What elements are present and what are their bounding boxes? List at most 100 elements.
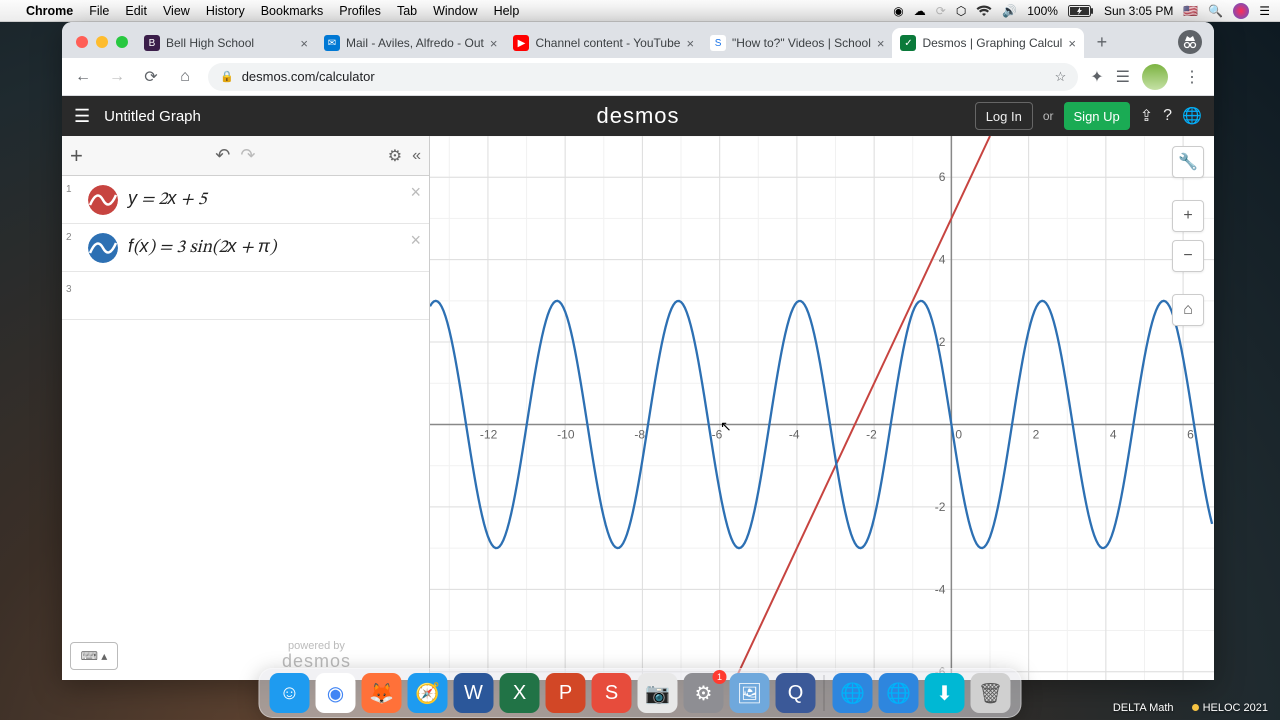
signup-button[interactable]: Sign Up — [1064, 102, 1130, 130]
tab-2[interactable]: ▶ Channel content - YouTube × — [505, 28, 702, 58]
tab-close-icon[interactable]: × — [686, 36, 694, 51]
menu-history[interactable]: History — [206, 4, 245, 18]
svg-text:6: 6 — [1187, 427, 1194, 441]
tab-close-icon[interactable]: × — [1068, 36, 1076, 51]
login-button[interactable]: Log In — [975, 102, 1033, 130]
svg-text:4: 4 — [939, 253, 946, 267]
url-text: desmos.com/calculator — [242, 69, 375, 84]
window-close[interactable] — [76, 36, 88, 48]
tab-3[interactable]: S "How to?" Videos | School × — [702, 28, 892, 58]
undo-button[interactable]: ↶ — [215, 145, 230, 166]
svg-text:4: 4 — [1110, 427, 1117, 441]
menu-help[interactable]: Help — [494, 4, 520, 18]
flag-icon[interactable]: 🇺🇸 — [1183, 4, 1198, 18]
expression-row[interactable]: 2 f(x) = 3 sin(2x + π) × — [62, 224, 429, 272]
sync-icon[interactable]: ⟳ — [936, 4, 946, 18]
help-icon[interactable]: ? — [1163, 107, 1172, 125]
tab-label: Channel content - YouTube — [535, 36, 680, 50]
settings-icon[interactable]: ⚙ — [388, 146, 402, 166]
tab-favicon: ✉ — [324, 35, 340, 51]
zoom-out-button[interactable]: − — [1172, 240, 1204, 272]
tab-favicon: S — [710, 35, 726, 51]
volume-icon[interactable]: 🔊 — [1002, 4, 1017, 18]
window-maximize[interactable] — [116, 36, 128, 48]
window-minimize[interactable] — [96, 36, 108, 48]
bookmark-star-icon[interactable]: ☆ — [1055, 69, 1067, 85]
tab-4[interactable]: ✓ Desmos | Graphing Calcul × — [892, 28, 1083, 58]
control-icon[interactable]: ◉ — [893, 4, 903, 18]
nav-reload[interactable]: ⟳ — [140, 67, 162, 87]
expression-delete-icon[interactable]: × — [410, 182, 421, 203]
sidebar-toolbar: + ↶ ↷ ⚙ « — [62, 136, 429, 176]
tab-0[interactable]: B Bell High School × — [136, 28, 316, 58]
menu-file[interactable]: File — [89, 4, 109, 18]
tab-close-icon[interactable]: × — [490, 36, 498, 51]
siri-icon[interactable] — [1233, 3, 1249, 19]
nav-home[interactable]: ⌂ — [174, 68, 196, 86]
reading-list-icon[interactable]: ☰ — [1116, 67, 1130, 87]
updates-icon[interactable]: ⬡ — [956, 4, 966, 18]
graph-canvas[interactable]: -12-10-8-6-4-20246-6-4-2246 🔧 + − ⌂ ↖ — [430, 136, 1214, 680]
tab-favicon: ✓ — [900, 35, 916, 51]
tab-strip: B Bell High School ×✉ Mail - Aviles, Alf… — [62, 22, 1214, 58]
chrome-menu[interactable]: ⋮ — [1180, 67, 1204, 87]
svg-text:2: 2 — [1033, 427, 1040, 441]
expression-empty[interactable]: 3 — [62, 272, 429, 320]
window-controls — [72, 36, 136, 58]
cloud-icon[interactable]: ☁ — [914, 4, 926, 18]
svg-text:-4: -4 — [789, 427, 800, 441]
mac-menubar: Chrome File Edit View History Bookmarks … — [0, 0, 1280, 22]
menu-bookmarks[interactable]: Bookmarks — [261, 4, 324, 18]
expression-color-swatch[interactable] — [88, 233, 118, 263]
menubar-clock[interactable]: Sun 3:05 PM — [1104, 4, 1173, 18]
add-expression-button[interactable]: + — [70, 143, 83, 169]
graph-tools: 🔧 + − ⌂ — [1172, 146, 1204, 326]
tab-label: Desmos | Graphing Calcul — [922, 36, 1062, 50]
extensions-icon[interactable]: ✦ — [1090, 67, 1103, 87]
new-tab-button[interactable]: + — [1088, 28, 1116, 56]
battery-icon[interactable] — [1068, 5, 1094, 17]
chrome-window: B Bell High School ×✉ Mail - Aviles, Alf… — [62, 22, 1214, 680]
zoom-home-button[interactable]: ⌂ — [1172, 294, 1204, 326]
wifi-icon[interactable] — [976, 5, 992, 17]
menubar-app[interactable]: Chrome — [26, 4, 73, 18]
svg-text:-2: -2 — [935, 500, 946, 514]
menu-view[interactable]: View — [163, 4, 190, 18]
menu-edit[interactable]: Edit — [125, 4, 147, 18]
svg-text:-6: -6 — [935, 665, 946, 679]
desmos-logo: desmos — [596, 103, 679, 129]
tab-favicon: B — [144, 35, 160, 51]
tab-label: Mail - Aviles, Alfredo - Out — [346, 36, 484, 50]
svg-text:0: 0 — [955, 427, 962, 441]
control-center-icon[interactable]: ☰ — [1259, 4, 1270, 18]
share-icon[interactable]: ⇪ — [1140, 106, 1153, 126]
keyboard-button[interactable]: ⌨ ▴ — [70, 642, 118, 670]
menubar-right: ◉ ☁ ⟳ ⬡ 🔊 100% Sun 3:05 PM 🇺🇸 🔍 ☰ — [893, 3, 1270, 19]
tab-1[interactable]: ✉ Mail - Aviles, Alfredo - Out × — [316, 28, 505, 58]
spotlight-icon[interactable]: 🔍 — [1208, 4, 1223, 18]
expression-math[interactable]: y = 2x + 5 — [128, 188, 207, 212]
language-icon[interactable]: 🌐 — [1182, 106, 1202, 126]
expression-delete-icon[interactable]: × — [410, 230, 421, 251]
chrome-avatar[interactable] — [1142, 64, 1168, 90]
nav-back[interactable]: ← — [72, 68, 94, 86]
expression-row[interactable]: 1 y = 2x + 5 × — [62, 176, 429, 224]
omnibox[interactable]: 🔒 desmos.com/calculator ☆ — [208, 63, 1078, 91]
collapse-sidebar-icon[interactable]: « — [412, 147, 421, 165]
graph-settings-icon[interactable]: 🔧 — [1172, 146, 1204, 178]
graph-title[interactable]: Untitled Graph — [104, 108, 201, 125]
zoom-in-button[interactable]: + — [1172, 200, 1204, 232]
expression-color-swatch[interactable] — [88, 185, 118, 215]
tab-close-icon[interactable]: × — [300, 36, 308, 51]
menu-window[interactable]: Window — [433, 4, 477, 18]
tab-close-icon[interactable]: × — [877, 36, 885, 51]
expression-sidebar: + ↶ ↷ ⚙ « 1 y = 2x + 5 ×2 f(x) = 3 sin(2… — [62, 136, 430, 680]
svg-text:-12: -12 — [480, 427, 498, 441]
hamburger-icon[interactable]: ☰ — [74, 106, 90, 127]
menu-tab[interactable]: Tab — [397, 4, 417, 18]
chrome-profile-incognito[interactable] — [1178, 30, 1202, 54]
powered-by: powered by desmos — [282, 640, 351, 672]
expression-math[interactable]: f(x) = 3 sin(2x + π) — [128, 236, 276, 260]
menu-profiles[interactable]: Profiles — [339, 4, 381, 18]
expression-index: 1 — [62, 180, 88, 195]
